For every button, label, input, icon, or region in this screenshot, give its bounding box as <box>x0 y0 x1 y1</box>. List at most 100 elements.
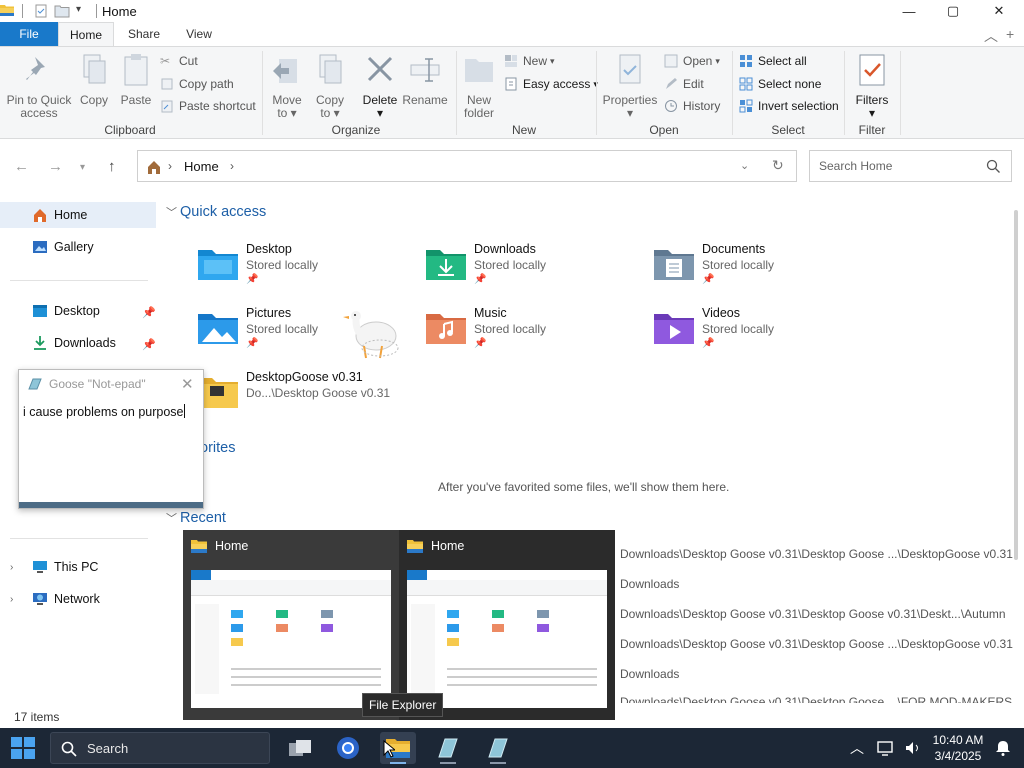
notepad-title-bar[interactable]: Goose "Not-epad" ✕ <box>19 370 203 398</box>
nav-divider <box>10 538 148 539</box>
thumbnail-window[interactable]: Home <box>399 530 615 720</box>
back-arrow-icon[interactable]: ← <box>14 158 29 175</box>
tab-file[interactable]: File <box>0 22 58 46</box>
quick-access-music[interactable]: Music Stored locally 📌 <box>424 302 624 356</box>
quick-access-header[interactable]: ﹀ Quick access <box>166 204 266 220</box>
windows-start-icon[interactable] <box>10 736 36 760</box>
recent-locations-icon[interactable]: ▾ <box>80 162 85 173</box>
edit-button[interactable]: Edit <box>664 74 704 94</box>
ribbon-separator <box>456 51 457 135</box>
expand-chevron-icon[interactable]: › <box>10 562 32 573</box>
tab-view[interactable]: View <box>174 22 224 46</box>
new-folder-qat-icon[interactable] <box>54 4 70 18</box>
expand-chevron-icon[interactable]: › <box>10 594 32 605</box>
easy-access-button[interactable]: Easy access▾ <box>504 74 598 94</box>
select-all-button[interactable]: Select all <box>739 51 807 71</box>
chrome-taskbar-button[interactable] <box>330 732 366 764</box>
sidebar-item-home[interactable]: Home <box>0 202 156 228</box>
history-button[interactable]: History <box>664 96 720 116</box>
quick-access-desktopgoose[interactable]: DesktopGoose v0.31 Do...\Desktop Goose v… <box>196 366 396 420</box>
move-to-button[interactable]: Move to ▾ <box>266 49 308 120</box>
select-none-button[interactable]: Select none <box>739 74 821 94</box>
close-button[interactable]: ✕ <box>976 0 1022 22</box>
recent-item-path[interactable]: Downloads\Desktop Goose v0.31\Desktop Go… <box>620 607 1006 621</box>
forward-arrow-icon[interactable]: → <box>48 158 63 175</box>
favorites-header[interactable]: orites <box>200 440 235 456</box>
favorites-empty-text: After you've favorited some files, we'll… <box>438 480 730 494</box>
recent-item-path[interactable]: Downloads <box>620 577 679 591</box>
tab-share[interactable]: Share <box>118 22 170 46</box>
paste-shortcut-button[interactable]: Paste shortcut <box>160 96 256 116</box>
copy-to-button[interactable]: Copy to ▾ <box>310 49 350 120</box>
copy-button[interactable]: Copy <box>76 49 112 107</box>
breadcrumb[interactable]: Home <box>184 159 219 174</box>
goose-notepad-taskbar-button[interactable] <box>430 732 466 764</box>
breadcrumb-chevron-icon[interactable]: › <box>230 159 234 173</box>
task-view-button[interactable] <box>282 732 318 764</box>
notifications-bell-icon[interactable] <box>994 739 1012 757</box>
collapse-ribbon-icon[interactable]: ︿ <box>984 26 998 46</box>
mouse-cursor-icon <box>383 740 395 758</box>
search-box[interactable]: Search Home <box>809 150 1012 182</box>
close-icon[interactable]: ✕ <box>181 375 194 393</box>
select-none-icon <box>739 77 753 91</box>
notepad-text-area[interactable]: i cause problems on purpose <box>23 404 185 419</box>
help-icon[interactable]: + <box>1006 26 1014 42</box>
downloads-folder-icon <box>426 250 466 280</box>
goose-sprite[interactable] <box>342 306 402 366</box>
pin-to-quick-access-button[interactable]: Pin to Quick access <box>4 49 74 120</box>
address-dropdown-icon[interactable]: ⌄ <box>740 159 749 172</box>
new-folder-button[interactable]: New folder <box>458 49 500 120</box>
recent-item-path[interactable]: Downloads <box>620 667 679 681</box>
goose-notepad-taskbar-button[interactable] <box>480 732 516 764</box>
pin-icon[interactable]: 📌 <box>142 306 156 319</box>
taskbar-search-input[interactable]: Search <box>87 741 128 756</box>
home-icon <box>148 161 160 174</box>
properties-qat-icon[interactable] <box>34 4 48 18</box>
show-hidden-icons-chevron[interactable]: ︿ <box>850 738 864 758</box>
copy-path-button[interactable]: Copy path <box>160 74 234 94</box>
properties-button[interactable]: Properties ▾ <box>602 49 658 120</box>
pin-icon[interactable]: 📌 <box>142 338 156 351</box>
open-button[interactable]: Open ▾ <box>664 51 720 71</box>
invert-selection-button[interactable]: Invert selection <box>739 96 839 116</box>
tab-home[interactable]: Home <box>58 22 114 46</box>
vertical-scrollbar[interactable] <box>1014 210 1018 560</box>
rename-button[interactable]: Rename <box>402 49 448 107</box>
new-item-button[interactable]: New ▾ <box>504 51 555 71</box>
address-bar[interactable]: › Home › ⌄ ↻ <box>137 150 797 182</box>
minimize-button[interactable]: — <box>886 0 932 22</box>
recent-item-path[interactable]: Downloads\Desktop Goose v0.31\Desktop Go… <box>620 695 1012 703</box>
delete-button[interactable]: Delete ▾ <box>358 49 402 120</box>
volume-tray-icon[interactable] <box>904 739 922 757</box>
easy-access-icon <box>505 77 517 91</box>
sidebar-item-gallery[interactable]: Gallery <box>0 234 156 260</box>
search-input[interactable]: Search Home <box>819 159 892 173</box>
qat-customize-icon[interactable]: ▾ <box>76 4 81 18</box>
recent-item-path[interactable]: Downloads\Desktop Goose v0.31\Desktop Go… <box>620 637 1013 651</box>
filter-group-label: Filter <box>858 123 886 137</box>
quick-access-desktop[interactable]: Desktop Stored locally 📌 <box>196 238 396 292</box>
cut-button[interactable]: ✂ Cut <box>160 51 198 71</box>
refresh-icon[interactable]: ↻ <box>772 157 784 174</box>
taskbar-clock[interactable]: 10:40 AM 3/4/2025 <box>926 732 990 764</box>
network-tray-icon[interactable] <box>876 739 894 757</box>
up-arrow-icon[interactable]: ↑ <box>108 158 116 175</box>
pin-icon: 📌 <box>474 338 487 349</box>
sidebar-item-desktop[interactable]: Desktop <box>0 298 156 324</box>
taskbar-search[interactable]: Search <box>50 732 270 764</box>
thumbnail-window[interactable]: Home <box>183 530 399 720</box>
quick-access-documents[interactable]: Documents Stored locally 📌 <box>652 238 852 292</box>
quick-access-downloads[interactable]: Downloads Stored locally 📌 <box>424 238 624 292</box>
sidebar-item-this-pc[interactable]: › This PC <box>0 554 156 580</box>
quick-access-videos[interactable]: Videos Stored locally 📌 <box>652 302 852 356</box>
sidebar-item-network[interactable]: › Network <box>0 586 156 612</box>
recent-item-path[interactable]: Downloads\Desktop Goose v0.31\Desktop Go… <box>620 547 1013 561</box>
goose-notepad-window[interactable]: Goose "Not-epad" ✕ i cause problems on p… <box>18 369 204 509</box>
recent-header[interactable]: ﹀ Recent <box>166 510 226 526</box>
filters-button[interactable]: Filters ▾ <box>850 49 894 120</box>
sidebar-item-downloads[interactable]: Downloads <box>0 330 156 356</box>
new-item-icon <box>505 55 517 67</box>
maximize-button[interactable]: ▢ <box>930 0 976 22</box>
paste-button[interactable]: Paste <box>118 49 154 107</box>
